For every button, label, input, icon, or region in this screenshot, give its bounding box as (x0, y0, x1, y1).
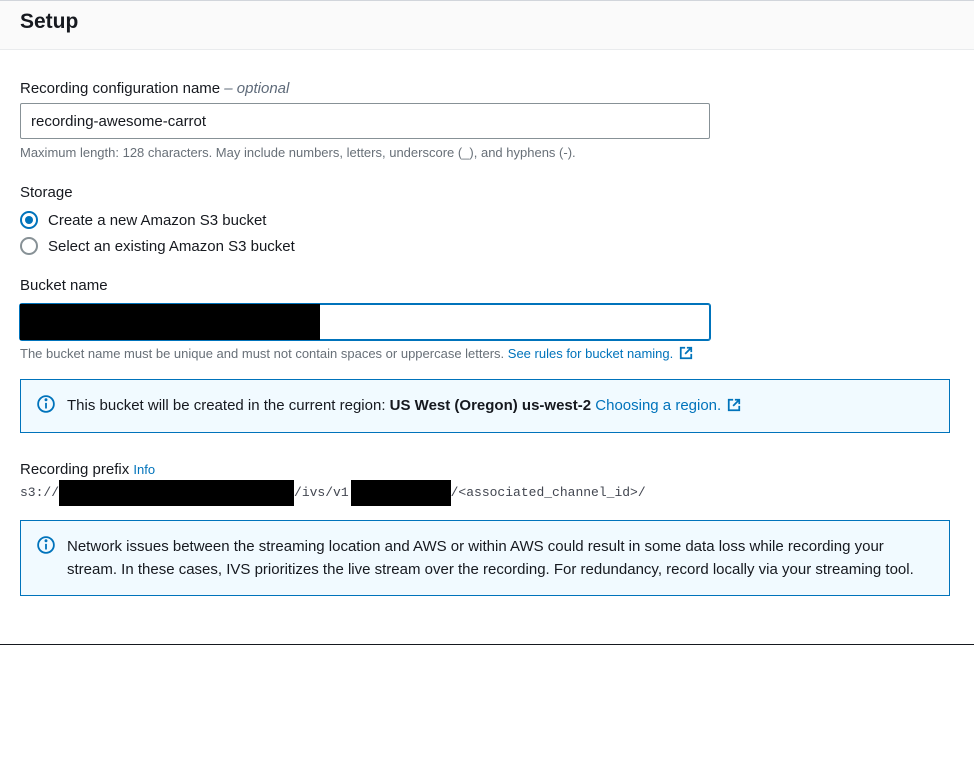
bottom-divider (0, 644, 974, 645)
form-body: Recording configuration name – optional … (0, 50, 974, 626)
bucket-rules-link[interactable]: See rules for bucket naming. (508, 346, 693, 361)
region-info-box: This bucket will be created in the curre… (20, 379, 950, 432)
redacted-block (351, 480, 451, 506)
external-link-icon (725, 397, 741, 414)
page-title: Setup (20, 10, 954, 34)
recording-prefix-field: Recording prefix Info s3:// /ivs/v1 /<as… (20, 461, 954, 506)
region-info-text: This bucket will be created in the curre… (67, 394, 741, 417)
radio-icon (20, 211, 38, 229)
region-pre: This bucket will be created in the curre… (67, 397, 390, 414)
external-link-icon (677, 346, 693, 361)
bucket-name-label: Bucket name (20, 277, 954, 294)
network-info-box: Network issues between the streaming loc… (20, 520, 950, 597)
config-name-field: Recording configuration name – optional … (20, 80, 954, 162)
network-info-text: Network issues between the streaming loc… (67, 535, 933, 582)
choosing-region-text: Choosing a region. (595, 397, 721, 414)
config-name-hint: Maximum length: 128 characters. May incl… (20, 144, 954, 162)
config-name-label: Recording configuration name – optional (20, 80, 954, 97)
storage-field: Storage Create a new Amazon S3 bucket Se… (20, 184, 954, 255)
storage-radio-existing-label: Select an existing Amazon S3 bucket (48, 238, 295, 255)
recording-prefix-label: Recording prefix (20, 461, 129, 478)
redacted-block (59, 480, 294, 506)
storage-radio-existing[interactable]: Select an existing Amazon S3 bucket (20, 237, 954, 255)
prefix-mid1: /ivs/v1 (294, 485, 349, 500)
bucket-hint-text: The bucket name must be unique and must … (20, 346, 508, 361)
prefix-tail: /<associated_channel_id>/ (451, 485, 646, 500)
bucket-name-hint: The bucket name must be unique and must … (20, 345, 954, 363)
storage-radio-create-label: Create a new Amazon S3 bucket (48, 212, 266, 229)
choosing-region-link[interactable]: Choosing a region. (595, 397, 741, 414)
recording-prefix-path: s3:// /ivs/v1 /<associated_channel_id>/ (20, 480, 954, 506)
config-name-label-text: Recording configuration name (20, 80, 220, 97)
config-name-optional: – optional (220, 80, 289, 97)
bucket-name-input[interactable] (20, 304, 710, 340)
storage-label: Storage (20, 184, 954, 201)
recording-prefix-info-link[interactable]: Info (133, 462, 155, 477)
page-header: Setup (0, 0, 974, 50)
bucket-name-field: Bucket name The bucket name must be uniq… (20, 277, 954, 363)
info-icon (37, 536, 55, 554)
recording-prefix-label-row: Recording prefix Info (20, 461, 954, 478)
radio-icon (20, 237, 38, 255)
config-name-input[interactable] (20, 103, 710, 139)
info-icon (37, 395, 55, 413)
prefix-protocol: s3:// (20, 485, 59, 500)
storage-radio-create[interactable]: Create a new Amazon S3 bucket (20, 211, 954, 229)
region-bold: US West (Oregon) us-west-2 (390, 397, 591, 414)
bucket-rules-link-text: See rules for bucket naming. (508, 346, 673, 361)
